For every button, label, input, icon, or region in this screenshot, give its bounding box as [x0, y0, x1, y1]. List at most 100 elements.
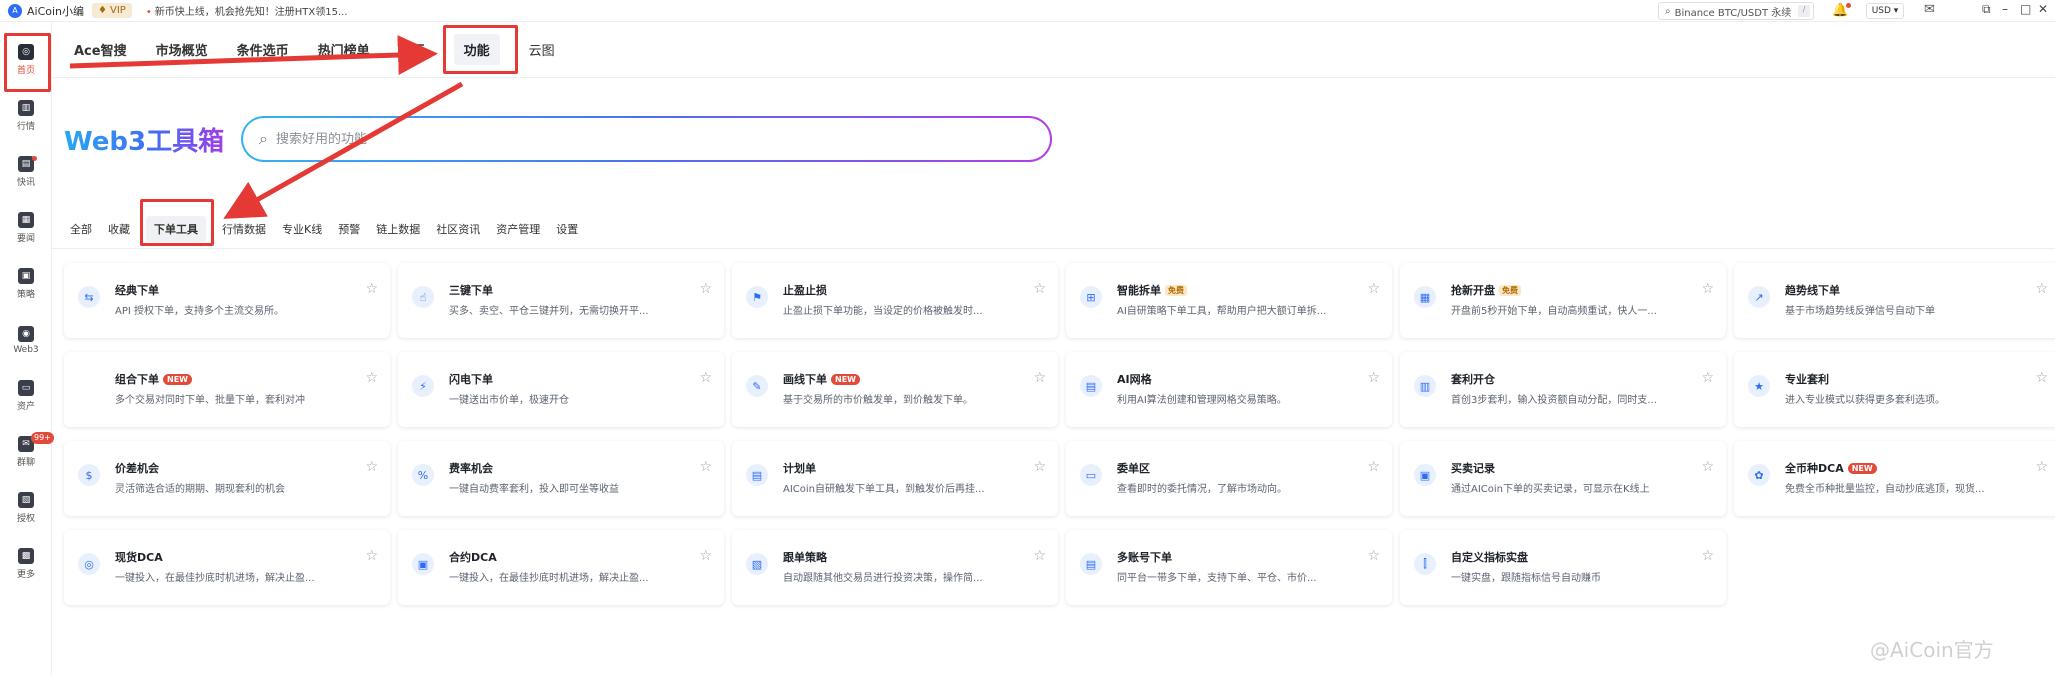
tool-card[interactable]: ⇆ 经典下单 API 授权下单，支持多个主流交易所。 ☆ [64, 263, 390, 338]
tab-cloud-map[interactable]: 云图 [529, 40, 555, 59]
tool-card[interactable]: ⊞ 智能拆单 免费 AI自研策略下单工具，帮助用户把大额订单拆... ☆ [1066, 263, 1392, 338]
favorite-star-icon[interactable]: ☆ [365, 459, 378, 475]
sidebar-item-5[interactable]: ◉ Web3 [0, 312, 52, 368]
category-community-news[interactable]: 社区资讯 [436, 221, 480, 237]
favorite-star-icon[interactable]: ☆ [1367, 281, 1380, 297]
currency-select[interactable]: USD ▾ [1866, 3, 1904, 19]
tab-coin-screener[interactable]: 条件选币 [237, 40, 289, 59]
authorize-icon: ▧ [18, 492, 34, 508]
favorite-star-icon[interactable]: ☆ [1701, 548, 1714, 564]
category-market-data[interactable]: 行情数据 [222, 221, 266, 237]
tab-rankings[interactable]: 排行 [399, 40, 425, 59]
tool-card-title-text: 套利开仓 [1451, 373, 1495, 386]
sidebar-item-label: 快讯 [16, 178, 35, 188]
sidebar-item-label: 授权 [16, 514, 35, 524]
notification-bell-icon[interactable]: 🔔 [1832, 3, 1852, 18]
tool-card[interactable]: ▣ 合约DCA 一键投入，在最佳抄底时机进场，解决止盈... ☆ [398, 530, 724, 605]
tool-card[interactable]: ✎ 画线下单 NEW 基于交易所的市价触发单，到价触发下单。 ☆ [732, 352, 1058, 427]
tool-card[interactable]: ★ 专业套利 进入专业模式以获得更多套利选项。 ☆ [1734, 352, 2055, 427]
favorite-star-icon[interactable]: ☆ [1033, 459, 1046, 475]
maximize-window-icon[interactable]: □ [2020, 2, 2031, 16]
tool-card[interactable]: ◎ 现货DCA 一键投入，在最佳抄底时机进场，解决止盈... ☆ [64, 530, 390, 605]
tool-card-description: 同平台一带多下单，支持下单、平仓、市价... [1117, 573, 1317, 584]
sidebar-item-9[interactable]: ▩ 更多 [0, 536, 52, 592]
favorite-star-icon[interactable]: ☆ [2035, 459, 2048, 475]
favorite-star-icon[interactable]: ☆ [1367, 548, 1380, 564]
sidebar-item-6[interactable]: ▭ 资产 [0, 368, 52, 424]
favorite-star-icon[interactable]: ☆ [365, 281, 378, 297]
tool-card[interactable]: ☝ 三键下单 买多、卖空、平仓三键并列，无需切换开平... ☆ [398, 263, 724, 338]
favorite-star-icon[interactable]: ☆ [365, 548, 378, 564]
favorite-star-icon[interactable]: ☆ [1033, 281, 1046, 297]
category-onchain-data[interactable]: 链上数据 [376, 221, 420, 237]
feature-search-input[interactable] [275, 131, 876, 147]
tool-card[interactable]: ⫿ 自定义指标实盘 一键实盘，跟随指标信号自动赚币 ☆ [1400, 530, 1726, 605]
tool-card[interactable]: ▧ 跟单策略 自动跟随其他交易员进行投资决策，操作简... ☆ [732, 530, 1058, 605]
tool-card-title-text: 专业套利 [1785, 373, 1829, 386]
minimize-window-icon[interactable]: – [2002, 2, 2008, 16]
tool-card-title: 委单区 [1117, 460, 1150, 476]
tool-card[interactable]: ▦ 抢新开盘 免费 开盘前5秒开始下单，自动高频重试，快人一... ☆ [1400, 263, 1726, 338]
tool-card-title: 自定义指标实盘 [1451, 549, 1528, 565]
favorite-star-icon[interactable]: ☆ [699, 459, 712, 475]
tool-card[interactable]: ▤ 计划单 AICoin自研触发下单工具，到触发价后再挂... ☆ [732, 441, 1058, 516]
sidebar-item-7[interactable]: ✉ 群聊 99+ [0, 424, 54, 480]
tool-card[interactable]: $ 价差机会 灵活筛选合适的期期、期现套利的机会 ☆ [64, 441, 390, 516]
symbol-search-box[interactable]: ⌕ Binance BTC/USDT 永续 / [1658, 2, 1814, 20]
tool-card[interactable]: ▤ 多账号下单 同平台一带多下单，支持下单、平仓、市价... ☆ [1066, 530, 1392, 605]
tool-card[interactable]: ⚑ 止盈止损 止盈止损下单功能，当设定的价格被触发时... ☆ [732, 263, 1058, 338]
tool-card-title-text: 闪电下单 [449, 373, 493, 386]
category-pro-kline[interactable]: 专业K线 [282, 221, 322, 237]
favorite-star-icon[interactable]: ☆ [699, 548, 712, 564]
sidebar-item-2[interactable]: ▤ 快讯 [0, 144, 52, 200]
sidebar-item-8[interactable]: ▧ 授权 [0, 480, 52, 536]
sidebar-item-4[interactable]: ▣ 策略 [0, 256, 52, 312]
tool-card-title-text: 趋势线下单 [1785, 284, 1840, 297]
news-ticker[interactable]: • 新币快上线，机会抢先知！注册HTX领15... [146, 3, 348, 18]
favorite-star-icon[interactable]: ☆ [699, 281, 712, 297]
tool-card-title: 闪电下单 [449, 371, 493, 387]
tool-card[interactable]: ✿ 全币种DCA NEW 免费全币种批量监控，自动抄底逃顶，现货... ☆ [1734, 441, 2055, 516]
favorite-star-icon[interactable]: ☆ [1367, 370, 1380, 386]
favorite-star-icon[interactable]: ☆ [1701, 459, 1714, 475]
tab-hot-lists[interactable]: 热门榜单 [318, 40, 370, 59]
tool-card[interactable]: ▥ 套利开仓 首创3步套利，输入投资额自动分配，同时支... ☆ [1400, 352, 1726, 427]
favorite-star-icon[interactable]: ☆ [1367, 459, 1380, 475]
tab-market-overview[interactable]: 市场概览 [156, 40, 208, 59]
tool-card[interactable]: ↗ 趋势线下单 基于市场趋势线反弹信号自动下单 ☆ [1734, 263, 2055, 338]
favorite-star-icon[interactable]: ☆ [2035, 281, 2048, 297]
category-alerts[interactable]: 预警 [338, 221, 360, 237]
favorite-star-icon[interactable]: ☆ [1701, 370, 1714, 386]
favorite-star-icon[interactable]: ☆ [2035, 370, 2048, 386]
tab-ace-search[interactable]: Ace智搜 [74, 40, 127, 59]
sidebar-item-1[interactable]: ▥ 行情 [0, 88, 52, 144]
favorite-star-icon[interactable]: ☆ [365, 370, 378, 386]
favorite-star-icon[interactable]: ☆ [1033, 370, 1046, 386]
category-favorites[interactable]: 收藏 [108, 221, 130, 237]
sidebar-item-3[interactable]: ▦ 要闻 [0, 200, 52, 256]
tool-card[interactable]: % 费率机会 一键自动费率套利，投入即可坐等收益 ☆ [398, 441, 724, 516]
tool-card[interactable]: ⚡ 闪电下单 一键送出市价单，极速开仓 ☆ [398, 352, 724, 427]
tool-card-description: 一键投入，在最佳抄底时机进场，解决止盈... [449, 573, 649, 584]
mail-icon[interactable]: ✉ [1924, 2, 1935, 17]
tool-card-description: 一键送出市价单，极速开仓 [449, 395, 569, 406]
restore-window-icon[interactable]: ⧉ [1982, 2, 1991, 17]
tool-card-title: 智能拆单 免费 [1117, 282, 1187, 298]
tool-card[interactable]: ▤ AI网格 利用AI算法创建和管理网格交易策略。 ☆ [1066, 352, 1392, 427]
headlines-icon: ▦ [18, 212, 34, 228]
tool-card-description: 灵活筛选合适的期期、期现套利的机会 [115, 484, 285, 495]
favorite-star-icon[interactable]: ☆ [699, 370, 712, 386]
tool-card[interactable]: ▣ 买卖记录 通过AICoin下单的买卖记录，可显示在K线上 ☆ [1400, 441, 1726, 516]
category-all[interactable]: 全部 [70, 221, 92, 237]
vip-badge[interactable]: ♦ VIP [92, 3, 132, 18]
tool-card[interactable]: 组合下单 NEW 多个交易对同时下单、批量下单，套利对冲 ☆ [64, 352, 390, 427]
category-settings[interactable]: 设置 [556, 221, 578, 237]
tool-card[interactable]: ▭ 委单区 查看即时的委托情况，了解市场动向。 ☆ [1066, 441, 1392, 516]
favorite-star-icon[interactable]: ☆ [1033, 548, 1046, 564]
tool-card-title: 多账号下单 [1117, 549, 1172, 565]
category-asset-management[interactable]: 资产管理 [496, 221, 540, 237]
favorite-star-icon[interactable]: ☆ [1701, 281, 1714, 297]
aicoin-logo-icon: A [8, 3, 22, 18]
close-window-icon[interactable]: ✕ [2038, 2, 2048, 16]
tool-card-title-text: 跟单策略 [783, 551, 827, 564]
